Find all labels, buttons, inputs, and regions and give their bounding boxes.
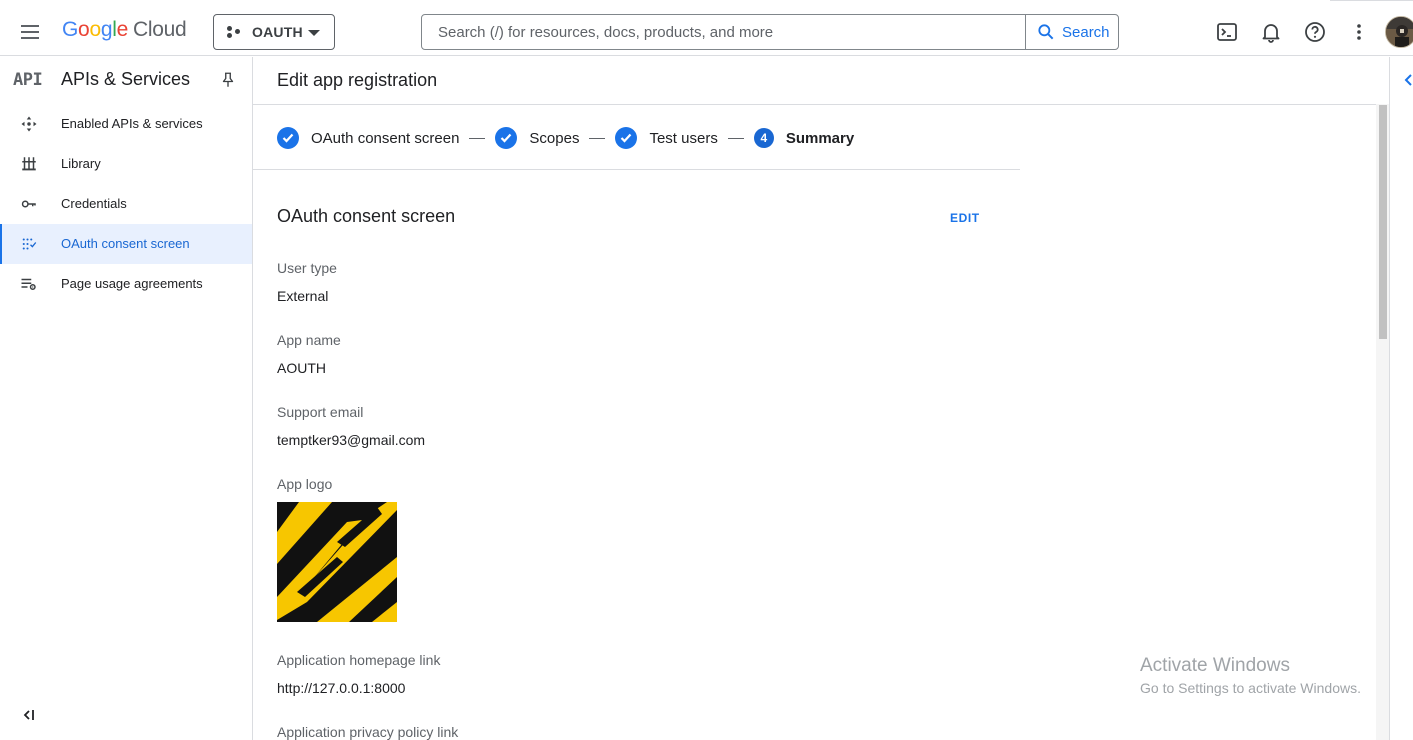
support-email-value: temptker93@gmail.com bbox=[277, 432, 426, 448]
menu-icon[interactable] bbox=[18, 20, 42, 44]
sidebar-item-enabled-apis[interactable]: Enabled APIs & services bbox=[0, 104, 252, 144]
chevron-down-icon bbox=[308, 30, 320, 36]
step-summary[interactable]: 4 Summary bbox=[753, 128, 855, 148]
step-label: Scopes bbox=[529, 129, 580, 147]
homepage-label: Application homepage link bbox=[277, 652, 441, 668]
chevron-left-icon[interactable] bbox=[1402, 72, 1413, 88]
step-connector bbox=[469, 137, 486, 139]
cloud-shell-icon[interactable] bbox=[1215, 20, 1239, 44]
sidebar-item-label: Library bbox=[61, 156, 101, 171]
edit-button[interactable]: EDIT bbox=[950, 211, 980, 225]
search-button[interactable]: Search bbox=[1025, 15, 1118, 49]
user-type-label: User type bbox=[277, 260, 337, 276]
title-divider bbox=[253, 104, 1389, 105]
sidebar-item-label: Credentials bbox=[61, 196, 127, 211]
sidebar-item-label: Enabled APIs & services bbox=[61, 116, 203, 131]
sidebar-item-label: Page usage agreements bbox=[61, 276, 203, 291]
app-name-label: App name bbox=[277, 332, 341, 348]
support-email-label: Support email bbox=[277, 404, 364, 420]
stepper: OAuth consent screen Scopes Test users 4… bbox=[277, 127, 854, 149]
sidebar-item-library[interactable]: Library bbox=[0, 144, 252, 184]
main-content: Edit app registration OAuth consent scre… bbox=[253, 57, 1389, 740]
enabled-apis-icon bbox=[21, 116, 37, 132]
stepper-divider bbox=[253, 169, 1020, 170]
top-strip bbox=[0, 0, 1413, 8]
settings-list-icon bbox=[21, 278, 36, 290]
step-oauth-consent[interactable]: OAuth consent screen bbox=[277, 127, 459, 149]
check-icon bbox=[277, 127, 299, 149]
library-icon bbox=[22, 157, 36, 171]
step-test-users[interactable]: Test users bbox=[615, 127, 718, 149]
activate-windows-title: Activate Windows bbox=[1140, 655, 1290, 676]
step-connector bbox=[589, 137, 606, 139]
search-icon bbox=[1038, 24, 1054, 40]
project-name: OAUTH bbox=[252, 24, 303, 40]
user-type-value: External bbox=[277, 288, 329, 304]
sidebar-item-page-usage[interactable]: Page usage agreements bbox=[0, 264, 252, 304]
sidebar-item-label: OAuth consent screen bbox=[61, 236, 190, 251]
privacy-policy-label: Application privacy policy link bbox=[277, 724, 459, 740]
page-title: Edit app registration bbox=[277, 70, 438, 90]
sidebar-item-oauth-consent[interactable]: OAuth consent screen bbox=[0, 224, 252, 264]
step-label: Test users bbox=[649, 129, 718, 147]
app-logo-label: App logo bbox=[277, 476, 333, 492]
right-panel bbox=[1389, 57, 1413, 740]
google-cloud-logo[interactable]: Google Cloud bbox=[62, 18, 187, 42]
check-icon bbox=[615, 127, 638, 149]
api-badge: API bbox=[13, 70, 43, 90]
search-input[interactable] bbox=[422, 15, 1025, 49]
top-header: Google Cloud OAUTH Search bbox=[0, 8, 1413, 56]
collapse-sidebar-icon[interactable] bbox=[20, 705, 40, 725]
scrollbar-thumb[interactable] bbox=[1379, 105, 1387, 339]
app-logo-image bbox=[277, 502, 397, 622]
step-connector bbox=[727, 137, 744, 139]
search-bar: Search bbox=[421, 14, 1119, 50]
step-scopes[interactable]: Scopes bbox=[495, 127, 579, 149]
step-label: OAuth consent screen bbox=[311, 129, 460, 147]
sidebar-header: API APIs & Services bbox=[0, 57, 252, 104]
step-label: Summary bbox=[785, 129, 855, 147]
sidebar-title: APIs & Services bbox=[61, 69, 191, 89]
project-picker-button[interactable]: OAUTH bbox=[213, 14, 335, 50]
avatar[interactable] bbox=[1385, 16, 1413, 48]
consent-icon bbox=[22, 238, 37, 250]
section-title: OAuth consent screen bbox=[277, 206, 456, 226]
activate-windows-subtitle: Go to Settings to activate Windows. bbox=[1140, 680, 1361, 696]
search-button-label: Search bbox=[1062, 23, 1110, 41]
help-icon[interactable] bbox=[1303, 20, 1327, 44]
notifications-icon[interactable] bbox=[1259, 20, 1283, 44]
sidebar-item-credentials[interactable]: Credentials bbox=[0, 184, 252, 224]
more-vert-icon[interactable] bbox=[1347, 20, 1371, 44]
pin-icon[interactable] bbox=[219, 71, 237, 89]
homepage-value[interactable]: http://127.0.0.1:8000 bbox=[277, 680, 405, 696]
top-divider bbox=[1330, 0, 1413, 1]
check-icon bbox=[495, 127, 518, 149]
step-number: 4 bbox=[753, 128, 774, 148]
project-icon bbox=[226, 24, 242, 40]
sidebar: API APIs & Services Enabled APIs & servi… bbox=[0, 57, 253, 740]
app-name-value: AOUTH bbox=[277, 360, 326, 376]
key-icon bbox=[21, 200, 36, 208]
